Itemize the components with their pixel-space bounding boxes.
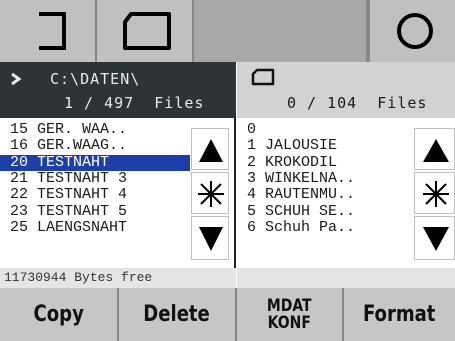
- delete-label: Delete: [143, 302, 211, 327]
- right-drive-header[interactable]: 0 / 104 Files: [237, 62, 455, 118]
- list-item[interactable]: 21 TESTNAHT 3: [0, 170, 190, 187]
- list-item[interactable]: 5 SCHUH SE..: [237, 203, 413, 220]
- format-button[interactable]: Format: [344, 288, 455, 341]
- right-file-count: 0 / 104 Files: [287, 94, 428, 112]
- copy-label: Copy: [33, 302, 84, 327]
- asterisk-icon: [423, 181, 449, 207]
- toolbar-button-4[interactable]: [368, 0, 455, 62]
- asterisk-icon: [198, 181, 224, 207]
- list-item[interactable]: 23 TESTNAHT 5: [0, 203, 190, 220]
- list-item[interactable]: 15 GER. WAA..: [0, 122, 190, 138]
- left-file-count: 1 / 497 Files: [64, 94, 205, 112]
- list-item[interactable]: 4 RAUTENMU..: [237, 187, 413, 203]
- list-item[interactable]: 16 GER.WAAG..: [0, 138, 190, 154]
- right-scroll-down-button[interactable]: [414, 216, 455, 260]
- mdat-konf-label: MDAT KONF: [267, 295, 312, 333]
- left-drive-header[interactable]: C:\DATEN\ 1 / 497 Files: [0, 62, 236, 118]
- triangle-down-icon: [199, 227, 223, 251]
- rounded-rect-icon: [123, 12, 171, 50]
- copy-button[interactable]: Copy: [0, 288, 117, 341]
- right-scroll-up-button[interactable]: [414, 128, 455, 170]
- toolbar-button-2[interactable]: [97, 0, 194, 62]
- list-item[interactable]: 3 WINKELNA..: [237, 170, 413, 187]
- list-item[interactable]: 22 TESTNAHT 4: [0, 187, 190, 203]
- list-item[interactable]: 20 TESTNAHT: [0, 154, 190, 171]
- list-item[interactable]: 0: [237, 122, 413, 138]
- drive-icon: [251, 68, 275, 86]
- triangle-up-icon: [199, 139, 223, 162]
- list-item[interactable]: 1 JALOUSIE: [237, 138, 413, 154]
- toolbar-button-3[interactable]: [194, 0, 368, 62]
- right-status: [237, 268, 455, 288]
- left-scroll-down-button[interactable]: [191, 216, 229, 260]
- list-item[interactable]: 6 Schuh Pa..: [237, 219, 413, 236]
- left-select-button[interactable]: [191, 172, 229, 214]
- free-space-status: 11730944 Bytes free: [0, 268, 236, 288]
- bracket-icon: [39, 12, 66, 50]
- format-label: Format: [363, 302, 436, 327]
- delete-button[interactable]: Delete: [119, 288, 235, 341]
- circle-icon: [397, 13, 433, 49]
- list-item[interactable]: 2 KROKODIL: [237, 154, 413, 171]
- triangle-up-icon: [423, 139, 449, 162]
- list-item[interactable]: 25 LAENGSNAHT: [0, 219, 190, 236]
- triangle-down-icon: [423, 227, 449, 251]
- mdat-konf-button[interactable]: MDAT KONF: [237, 288, 342, 341]
- toolbar-button-1[interactable]: [0, 0, 97, 62]
- chevron-right-icon: [11, 72, 22, 86]
- left-scroll-up-button[interactable]: [191, 128, 229, 170]
- right-select-button[interactable]: [414, 172, 455, 214]
- left-path: C:\DATEN\: [50, 70, 141, 88]
